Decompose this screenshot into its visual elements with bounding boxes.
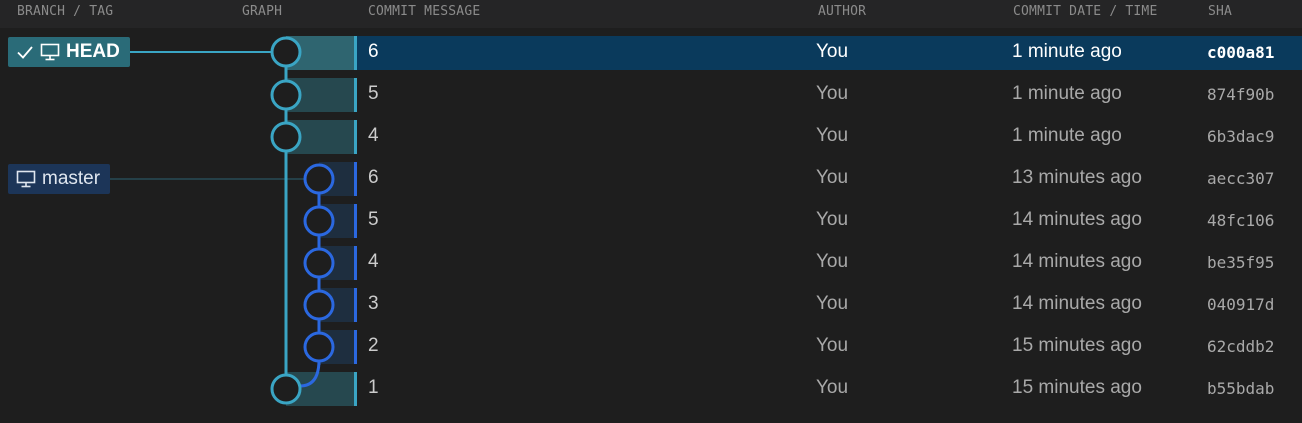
column-commit-date[interactable]: COMMIT DATE / TIME <box>1013 4 1157 19</box>
commit-date: 14 minutes ago <box>1012 209 1142 230</box>
commit-author: You <box>816 209 849 230</box>
commit-node <box>270 121 302 153</box>
commit-sha: aecc307 <box>1207 169 1275 188</box>
commit-sha: 62cddb2 <box>1207 337 1275 356</box>
commit-author: You <box>816 377 849 398</box>
commit-date: 13 minutes ago <box>1012 167 1142 188</box>
commit-node <box>303 163 335 195</box>
commit-message: 6 <box>368 167 379 188</box>
commit-message: 4 <box>368 251 379 272</box>
commit-node <box>303 247 335 279</box>
commit-message: 2 <box>368 335 379 356</box>
lane-1-merge-curve <box>299 359 321 388</box>
commit-date: 15 minutes ago <box>1012 377 1142 398</box>
commit-node <box>270 373 302 405</box>
commit-author: You <box>816 41 849 62</box>
branch-badge-master[interactable]: master <box>8 164 110 194</box>
column-sha[interactable]: SHA <box>1208 4 1232 19</box>
commit-node <box>270 36 302 68</box>
commit-date: 15 minutes ago <box>1012 335 1142 356</box>
commit-message: 3 <box>368 293 379 314</box>
commit-date: 14 minutes ago <box>1012 251 1142 272</box>
commit-author: You <box>816 335 849 356</box>
commit-message: 6 <box>368 41 379 62</box>
commit-node <box>270 79 302 111</box>
commit-date: 14 minutes ago <box>1012 293 1142 314</box>
commit-sha: 6b3dac9 <box>1207 127 1275 146</box>
branch-badge-label: HEAD <box>66 41 120 62</box>
commit-sha: b55bdab <box>1207 379 1275 398</box>
commit-date: 1 minute ago <box>1012 125 1122 146</box>
commit-sha: 874f90b <box>1207 85 1275 104</box>
commit-author: You <box>816 125 849 146</box>
branch-badge-label: master <box>42 168 101 189</box>
commit-date: 1 minute ago <box>1012 83 1122 104</box>
commit-author: You <box>816 251 849 272</box>
commit-node <box>303 289 335 321</box>
commit-message: 1 <box>368 377 379 398</box>
commit-sha: be35f95 <box>1207 253 1275 272</box>
commit-author: You <box>816 167 849 188</box>
monitor-icon <box>40 43 60 61</box>
commit-sha: 040917d <box>1207 295 1275 314</box>
commit-message: 5 <box>368 83 379 104</box>
branch-badge-head[interactable]: HEAD <box>8 37 130 67</box>
commit-node <box>303 331 335 363</box>
column-commit-message[interactable]: COMMIT MESSAGE <box>368 4 480 19</box>
commit-sha: 48fc106 <box>1207 211 1275 230</box>
check-icon <box>16 43 34 61</box>
commit-author: You <box>816 293 849 314</box>
column-author[interactable]: AUTHOR <box>818 4 866 19</box>
commit-node <box>303 205 335 237</box>
commit-author: You <box>816 83 849 104</box>
commit-date: 1 minute ago <box>1012 41 1122 62</box>
monitor-icon <box>16 170 36 188</box>
commit-message: 4 <box>368 125 379 146</box>
commit-sha: c000a81 <box>1207 43 1275 62</box>
commit-message: 5 <box>368 209 379 230</box>
